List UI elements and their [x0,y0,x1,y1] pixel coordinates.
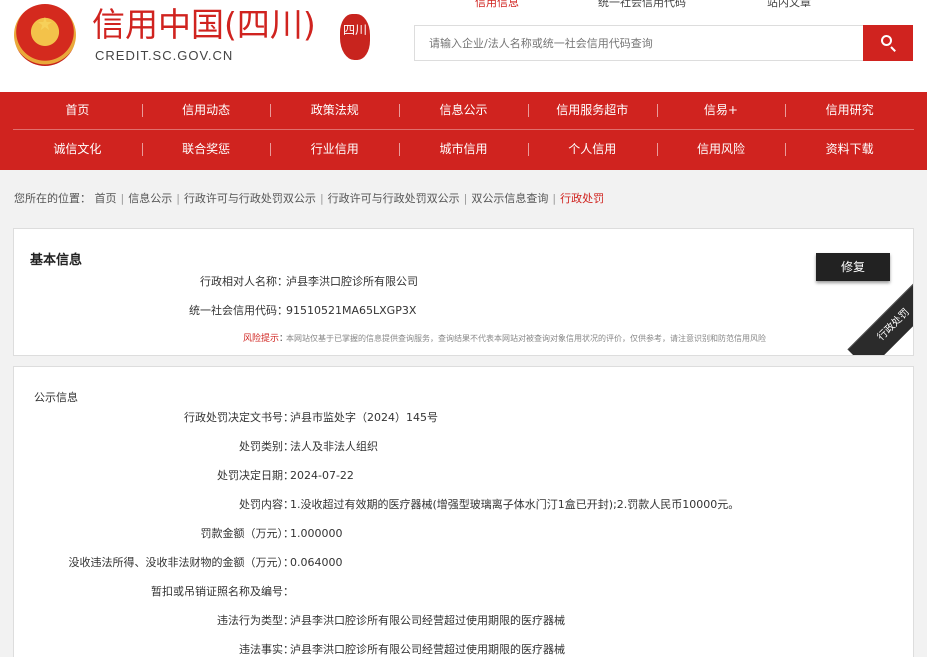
repair-button[interactable]: 修复 [816,253,890,281]
nav-item-downloads[interactable]: 资料下载 [785,132,914,166]
nav-item-credit-plus[interactable]: 信易+ [656,93,786,127]
breadcrumb-double-publicity[interactable]: 行政许可与行政处罚双公示 [184,192,316,205]
field-row: 处罚类别： 法人及非法人组织 [14,439,913,455]
tab-credit-info[interactable]: 信用信息 [475,0,519,10]
nav-item-industry[interactable]: 行业信用 [270,132,399,166]
field-label: 处罚类别： [239,440,294,453]
field-row: 统一社会信用代码： 91510521MA65LXGP3X [14,303,913,319]
risk-notice-label: 风险提示： [242,334,288,344]
field-label: 行政相对人名称： [200,275,288,288]
breadcrumb-prefix: 您所在的位置： [14,192,91,205]
breadcrumb: 您所在的位置： 首页 | 信息公示 | 行政许可与行政处罚双公示 | 行政许可与行政处罚双公… [14,192,605,205]
nav-row-1: 首页 信用动态 政策法规 信息公示 信用服务超市 信易+ 信用研究 [13,93,914,127]
tab-site-articles[interactable]: 站内文章 [767,0,811,10]
tab-credit-code[interactable]: 统一社会信用代码 [598,0,686,10]
field-value: 2024-07-22 [290,469,354,482]
nav-item-public-info[interactable]: 信息公示 [399,93,528,127]
search-icon [881,35,892,46]
main-nav: 首页 信用动态 政策法规 信息公示 信用服务超市 信易+ 信用研究 诚信文化 联… [0,92,927,170]
field-value: 泸县李洪口腔诊所有限公司经营超过使用期限的医疗器械 [290,614,565,627]
field-row: 违法行为类型： 泸县李洪口腔诊所有限公司经营超过使用期限的医疗器械 [14,613,913,629]
site-header: ★ 信用中国(四川) CREDIT.SC.GOV.CN 四川 信用信息 统一社会… [0,0,927,92]
nav-item-credit-news[interactable]: 信用动态 [141,93,271,127]
nav-divider [13,129,914,130]
nav-item-culture[interactable]: 诚信文化 [13,132,142,166]
field-value: 1.没收超过有效期的医疗器械(增强型玻璃离子体水门汀1盒已开封);2.罚款人民币… [290,498,740,511]
field-label: 处罚内容： [239,498,294,511]
breadcrumb-double-publicity-2[interactable]: 行政许可与行政处罚双公示 [328,192,460,205]
field-row: 行政处罚决定文书号： 泸县市监处字（2024）145号 [14,410,913,426]
field-row: 没收违法所得、没收非法财物的金额（万元）： 0.064000 [14,555,913,571]
field-label: 暂扣或吊销证照名称及编号： [151,585,294,598]
field-row: 行政相对人名称： 泸县李洪口腔诊所有限公司 [14,274,913,290]
national-emblem-logo: ★ [14,4,76,66]
search-box [414,25,864,61]
nav-item-research[interactable]: 信用研究 [785,93,914,127]
breadcrumb-query[interactable]: 双公示信息查询 [471,192,548,205]
field-value: 法人及非法人组织 [290,440,378,453]
nav-item-joint-rewards[interactable]: 联合奖惩 [141,132,271,166]
nav-item-service-market[interactable]: 信用服务超市 [527,93,657,127]
field-value: 91510521MA65LXGP3X [286,304,417,317]
risk-notice-row: 风险提示： 本网站仅基于已掌握的信息提供查询服务，查询结果不代表本网站对被查询对… [14,331,913,347]
field-row: 违法事实： 泸县李洪口腔诊所有限公司经营超过使用期限的医疗器械 [14,642,913,657]
breadcrumb-home[interactable]: 首页 [95,192,117,205]
field-label: 统一社会信用代码： [189,304,288,317]
risk-notice-text: 本网站仅基于已掌握的信息提供查询服务，查询结果不代表本网站对被查询对象信用状况的… [286,334,766,343]
seal-logo: 四川 [340,14,370,60]
public-info-title: 公示信息 [34,391,78,404]
basic-info-title: 基本信息 [30,253,83,268]
nav-item-city[interactable]: 城市信用 [399,132,528,166]
field-label: 行政处罚决定文书号： [184,411,294,424]
site-title[interactable]: 信用中国(四川) [92,4,316,46]
field-label: 处罚决定日期： [217,469,294,482]
nav-row-2: 诚信文化 联合奖惩 行业信用 城市信用 个人信用 信用风险 资料下载 [13,132,914,166]
field-value: 0.064000 [290,556,343,569]
field-label: 违法事实： [239,643,294,656]
basic-info-panel: 基本信息 行政相对人名称： 泸县李洪口腔诊所有限公司 统一社会信用代码： 915… [13,228,914,356]
nav-item-personal[interactable]: 个人信用 [527,132,657,166]
search-button[interactable] [863,25,913,61]
field-value: 泸县市监处字（2024）145号 [290,411,438,424]
breadcrumb-current: 行政处罚 [560,192,605,205]
field-label: 罚款金额（万元）： [200,527,295,540]
breadcrumb-public-info[interactable]: 信息公示 [128,192,172,205]
public-info-panel: 公示信息 行政处罚决定文书号： 泸县市监处字（2024）145号 处罚类别： 法… [13,366,914,657]
site-domain: CREDIT.SC.GOV.CN [95,48,234,63]
field-row: 罚款金额（万元）： 1.000000 [14,526,913,542]
search-input[interactable] [415,26,863,60]
field-row: 处罚决定日期： 2024-07-22 [14,468,913,484]
nav-item-policies[interactable]: 政策法规 [270,93,399,127]
field-value: 1.000000 [290,527,343,540]
search-icon-handle [890,46,896,52]
search-type-tabs: 信用信息 统一社会信用代码 站内文章 [420,0,900,10]
field-label: 没收违法所得、没收非法财物的金额（万元）： [68,556,295,569]
field-row: 暂扣或吊销证照名称及编号： [14,584,913,600]
field-value: 泸县李洪口腔诊所有限公司经营超过使用期限的医疗器械 [290,643,565,656]
field-row: 处罚内容： 1.没收超过有效期的医疗器械(增强型玻璃离子体水门汀1盒已开封);2… [14,497,913,513]
field-value: 泸县李洪口腔诊所有限公司 [286,275,418,288]
nav-item-risk[interactable]: 信用风险 [656,132,786,166]
field-label: 违法行为类型： [217,614,294,627]
nav-item-home[interactable]: 首页 [13,93,142,127]
